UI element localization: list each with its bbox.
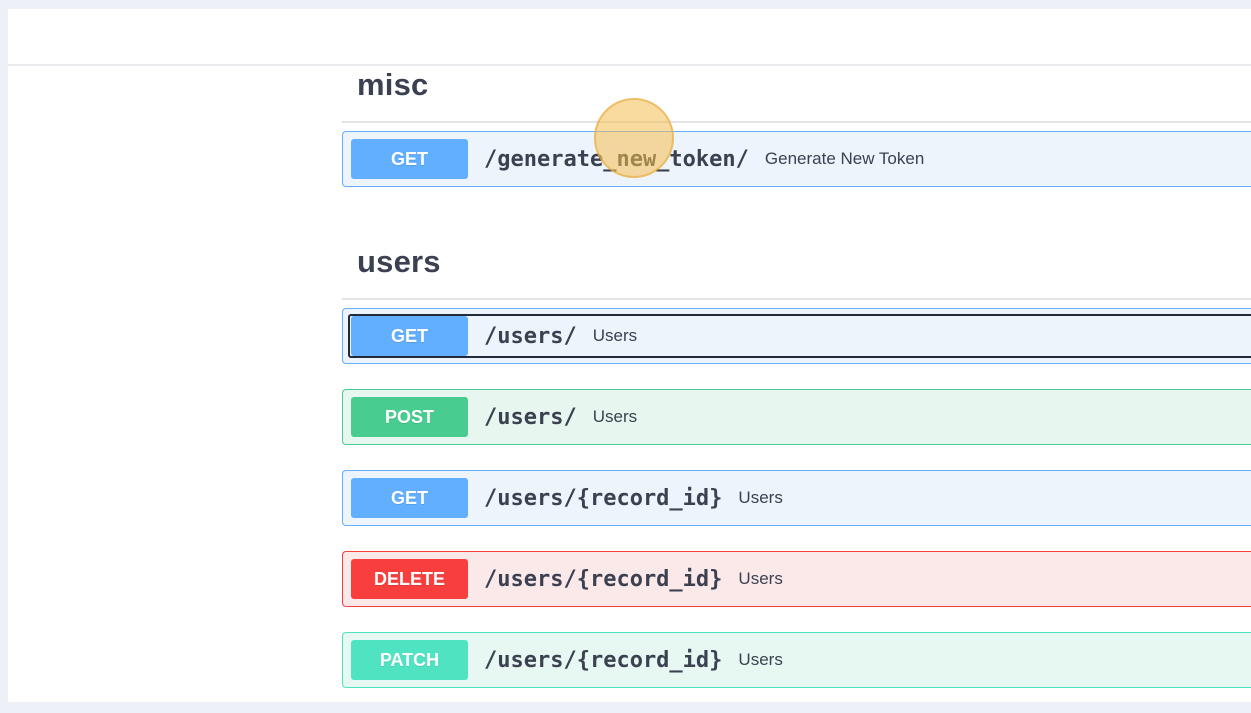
method-badge: GET xyxy=(351,478,468,518)
operation-path: /users/{record_id} xyxy=(484,647,723,673)
operation-path: /users/{record_id} xyxy=(484,566,723,592)
operation-summary: Users xyxy=(592,407,638,426)
section-header-misc[interactable]: misc xyxy=(342,64,1251,123)
operation-get-user-by-id[interactable]: GET /users/{record_id} Users xyxy=(342,470,1251,526)
top-bar xyxy=(8,9,1251,66)
method-badge: PATCH xyxy=(351,640,468,680)
operation-patch-user-by-id[interactable]: PATCH /users/{record_id} Users xyxy=(342,632,1251,688)
section-title: users xyxy=(357,244,441,279)
method-badge: POST xyxy=(351,397,468,437)
operation-delete-user-by-id[interactable]: DELETE /users/{record_id} Users xyxy=(342,551,1251,607)
operation-summary: Users xyxy=(738,488,783,507)
operation-path: /generate_new_token/ xyxy=(484,146,749,172)
operation-summary: Users xyxy=(738,650,783,669)
operation-summary: Users xyxy=(738,569,783,588)
method-badge: DELETE xyxy=(351,559,468,599)
operation-summary: Generate New Token xyxy=(764,149,925,168)
operation-post-users[interactable]: POST /users/ Users xyxy=(342,389,1251,445)
operation-path: /users/ xyxy=(484,323,577,349)
method-badge: GET xyxy=(351,139,468,179)
api-content: misc GET /generate_new_token/ Generate N… xyxy=(342,64,1251,713)
section-header-users[interactable]: users xyxy=(342,212,1251,300)
operation-path: /users/{record_id} xyxy=(484,485,723,511)
operation-summary: Users xyxy=(592,326,638,345)
operation-path: /users/ xyxy=(484,404,577,430)
operation-get-generate-new-token[interactable]: GET /generate_new_token/ Generate New To… xyxy=(342,131,1251,187)
section-title: misc xyxy=(357,67,429,102)
operation-get-users[interactable]: GET /users/ Users xyxy=(342,308,1251,364)
page: misc GET /generate_new_token/ Generate N… xyxy=(8,9,1251,702)
method-badge: GET xyxy=(351,316,468,356)
